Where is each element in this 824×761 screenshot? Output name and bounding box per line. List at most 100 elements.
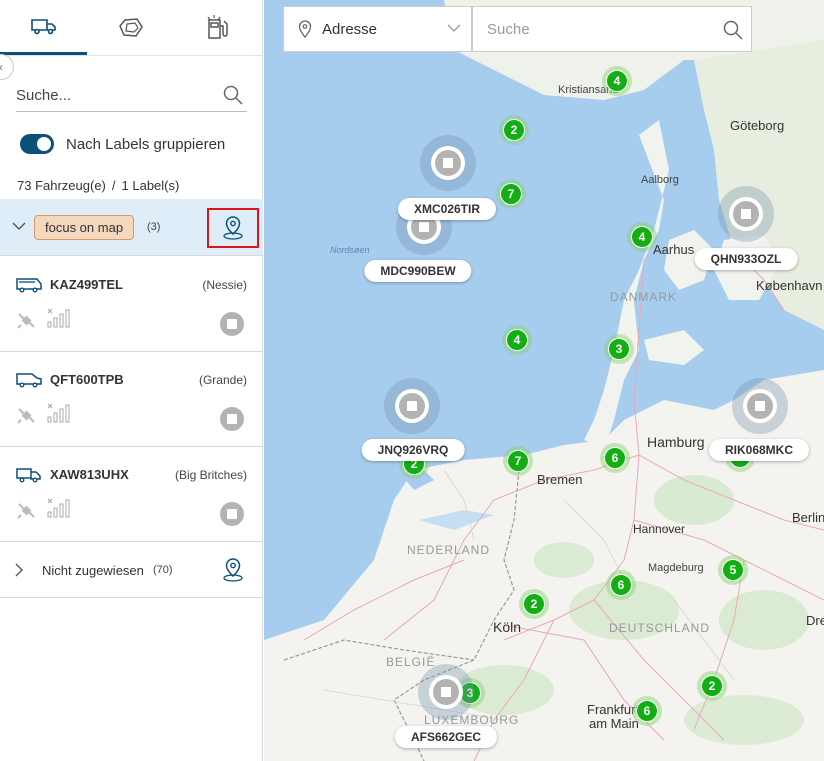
vehicle-marker[interactable] xyxy=(384,378,440,434)
map-label-city: Hamburg xyxy=(647,434,705,450)
sidebar-collapse-button[interactable]: ‹ xyxy=(0,54,14,80)
vehicle-plate: KAZ499TEL xyxy=(50,277,123,292)
focus-on-map-button[interactable] xyxy=(207,208,259,248)
chevron-left-icon: ‹ xyxy=(0,60,3,74)
search-icon[interactable] xyxy=(723,20,743,40)
vehicle-cluster[interactable]: 6 xyxy=(600,443,630,473)
vehicle-cluster[interactable]: 2 xyxy=(499,115,529,145)
vehicle-marker[interactable] xyxy=(732,378,788,434)
map-label-city: Magdeburg xyxy=(648,562,704,574)
truck-icon xyxy=(30,19,56,35)
vehicle-sidebar: ‹ Nach Labels gruppieren 73 Fahrzeug(e) /… xyxy=(0,0,263,761)
vehicle-cluster[interactable]: 6 xyxy=(606,570,636,600)
vehicle-row-1[interactable]: QFT600TPB (Grande) xyxy=(0,352,263,447)
signal-off-icon xyxy=(47,498,70,518)
chevron-down-icon[interactable] xyxy=(12,219,26,233)
vehicle-cluster[interactable]: 4 xyxy=(602,66,632,96)
vehicle-search xyxy=(16,80,247,112)
signal-off-icon xyxy=(47,308,70,328)
fuel-station-icon xyxy=(207,14,229,39)
vehicle-row-2[interactable]: XAW813UHX (Big Britches) xyxy=(0,447,263,542)
vehicle-row-0[interactable]: KAZ499TEL (Nessie) xyxy=(0,257,263,352)
map-label-country: DEUTSCHLAND xyxy=(609,621,711,635)
vehicle-cluster[interactable]: 7 xyxy=(496,179,526,209)
vehicle-status-stopped-icon xyxy=(220,407,244,431)
tab-geofences[interactable] xyxy=(87,0,174,55)
vehicle-status-stopped-icon xyxy=(220,312,244,336)
label-chip: focus on map xyxy=(34,215,135,240)
vehicle-marker[interactable] xyxy=(718,186,774,242)
cluster-count: 6 xyxy=(610,574,632,596)
map-label-city: Berlin xyxy=(792,510,824,525)
bus-icon xyxy=(16,278,42,293)
map-search-input[interactable] xyxy=(473,7,713,51)
vehicle-stopped-icon xyxy=(433,679,459,705)
group-by-labels-row: Nach Labels gruppieren xyxy=(20,134,225,154)
vehicle-count: 73 Fahrzeug(e) xyxy=(17,178,106,193)
vehicle-marker[interactable] xyxy=(418,664,474,720)
map-label-country: BELGIË xyxy=(386,655,436,669)
vehicle-cluster[interactable]: 5 xyxy=(718,555,748,585)
signal-off-icon xyxy=(47,403,70,423)
group-by-labels-label: Nach Labels gruppieren xyxy=(66,135,226,153)
group-by-labels-toggle[interactable] xyxy=(20,134,54,154)
map-pin-icon[interactable] xyxy=(222,558,244,582)
vehicle-marker[interactable] xyxy=(420,135,476,191)
tab-pois[interactable] xyxy=(175,0,262,55)
map-label-country: NEDERLAND xyxy=(407,543,491,557)
map-label-city: Aalborg xyxy=(641,174,679,186)
vehicle-cluster[interactable]: 3 xyxy=(604,334,634,364)
cluster-count: 4 xyxy=(506,329,528,351)
cluster-count: 2 xyxy=(503,119,525,141)
vehicle-plate-label[interactable]: JNQ926VRQ xyxy=(361,439,465,461)
map-label-city: Dres xyxy=(806,613,824,628)
truck-icon xyxy=(16,468,41,483)
cluster-count: 5 xyxy=(722,559,744,581)
unassigned-group-row[interactable]: Nicht zugewiesen (70) xyxy=(0,541,263,598)
map-label-city: am Main xyxy=(589,716,639,731)
map-label-city: Bremen xyxy=(537,472,583,487)
vehicle-cluster[interactable]: 4 xyxy=(627,222,657,252)
map-label-city: Göteborg xyxy=(730,118,785,133)
map-label-city: København xyxy=(756,278,823,293)
vehicle-cluster[interactable]: 2 xyxy=(519,589,549,619)
cluster-count: 2 xyxy=(523,593,545,615)
vehicle-plate-label[interactable]: AFS662GEC xyxy=(394,726,498,748)
map-label-city: Aarhus xyxy=(653,242,695,257)
map-label-sea: Nordsøen xyxy=(330,245,370,255)
vehicle-status-stopped-icon xyxy=(220,502,244,526)
unassigned-count: (70) xyxy=(153,564,173,576)
unassigned-label: Nicht zugewiesen xyxy=(42,563,144,578)
search-icon[interactable] xyxy=(223,85,243,105)
label-count: 1 Label(s) xyxy=(121,178,180,193)
vehicle-plate-label[interactable]: QHN933OZL xyxy=(694,248,798,270)
chevron-right-icon[interactable] xyxy=(14,563,24,577)
vehicle-search-input[interactable] xyxy=(16,80,216,110)
cluster-count: 7 xyxy=(500,183,522,205)
map-base-layer xyxy=(264,0,824,761)
gps-off-icon xyxy=(17,313,35,329)
cluster-count: 3 xyxy=(608,338,630,360)
tab-vehicles[interactable] xyxy=(0,0,88,55)
label-group-row[interactable]: focus on map (3) xyxy=(0,199,263,256)
location-pin-icon xyxy=(298,20,312,38)
gps-off-icon xyxy=(17,503,35,519)
vehicle-cluster[interactable]: 6 xyxy=(632,696,662,726)
vehicle-stopped-icon xyxy=(747,393,773,419)
fleet-counts: 73 Fahrzeug(e) / 1 Label(s) xyxy=(17,178,179,193)
sidebar-tabs xyxy=(0,0,262,56)
vehicle-plate-label[interactable]: XMC026TIR xyxy=(397,198,497,220)
chevron-down-icon xyxy=(447,24,461,32)
vehicle-cluster[interactable]: 7 xyxy=(503,446,533,476)
vehicle-plate-label[interactable]: MDC990BEW xyxy=(364,260,472,282)
map-pin-icon xyxy=(223,216,243,240)
cluster-count: 2 xyxy=(701,675,723,697)
vehicle-plate-label[interactable]: RIK068MKC xyxy=(708,439,810,461)
cluster-count: 7 xyxy=(507,450,529,472)
vehicle-group: (Big Britches) xyxy=(174,468,247,482)
vehicle-cluster[interactable]: 2 xyxy=(697,671,727,701)
address-type-select[interactable]: Adresse xyxy=(283,6,472,52)
vehicle-cluster[interactable]: 4 xyxy=(502,325,532,355)
map-view[interactable]: Kristiansand Göteborg Aalborg Nordsøen A… xyxy=(264,0,824,761)
map-search xyxy=(472,6,752,52)
